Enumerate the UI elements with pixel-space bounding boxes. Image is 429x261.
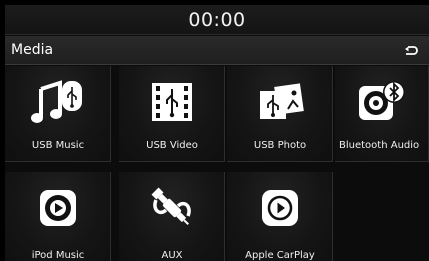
clock: 00:00 — [188, 8, 246, 31]
status-bar: 00:00 — [5, 5, 429, 35]
usb-photo-tile[interactable]: USB Photo — [227, 66, 333, 162]
usb-video-icon — [152, 83, 192, 121]
usb-music-label: USB Music — [31, 140, 85, 151]
empty-tile — [335, 172, 429, 261]
bluetooth-audio-tile[interactable]: Bluetooth Audio — [335, 66, 429, 162]
usb-video-label: USB Video — [146, 140, 198, 151]
ipod-music-label: iPod Music — [31, 250, 85, 261]
carplay-icon — [262, 190, 298, 226]
usb-music-icon — [31, 80, 82, 123]
aux-tile[interactable]: AUX — [119, 172, 225, 261]
media-screen: 00:00 Media USB Music USB Video USB Phot… — [5, 5, 429, 261]
apple-carplay-label: Apple CarPlay — [245, 250, 315, 261]
aux-label: AUX — [161, 250, 183, 261]
media-source-grid: USB Music USB Video USB Photo Bluetooth … — [5, 66, 429, 261]
ipod-music-tile[interactable]: iPod Music — [5, 172, 111, 261]
usb-photo-label: USB Photo — [253, 140, 307, 151]
bluetooth-audio-icon — [359, 81, 405, 120]
bluetooth-audio-label: Bluetooth Audio — [339, 140, 420, 151]
apple-carplay-tile[interactable]: Apple CarPlay — [227, 172, 333, 261]
usb-music-tile[interactable]: USB Music — [5, 66, 111, 162]
title-bar: Media — [5, 36, 429, 65]
usb-photo-icon — [260, 83, 304, 119]
page-title: Media — [11, 42, 54, 58]
back-button[interactable] — [393, 36, 429, 65]
usb-video-tile[interactable]: USB Video — [119, 66, 225, 162]
ipod-icon — [40, 190, 76, 226]
aux-cable-icon — [151, 187, 191, 225]
back-arrow-icon — [405, 45, 418, 55]
